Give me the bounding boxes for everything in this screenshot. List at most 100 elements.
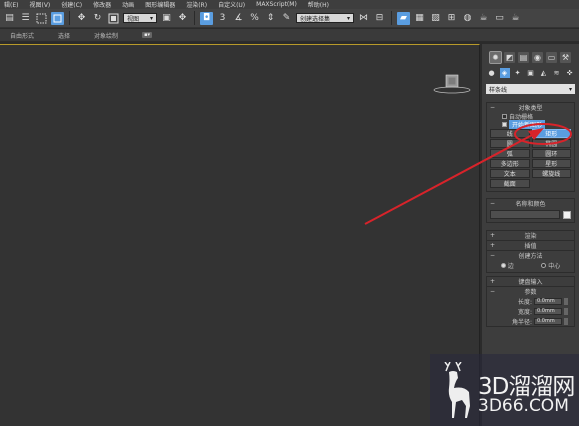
align-icon[interactable]: ⊟ <box>373 12 386 25</box>
move-icon[interactable]: ✥ <box>75 12 88 25</box>
select-manipulate-icon[interactable]: ✥ <box>176 12 189 25</box>
window-crossing-icon[interactable] <box>51 11 64 25</box>
start-new-shape-checkbox[interactable]: 开始新图形 <box>502 119 574 129</box>
menu-customize[interactable]: 自定义(U) <box>218 0 245 9</box>
geometry-icon[interactable]: ● <box>487 68 497 78</box>
parameters-header[interactable]: − 参数 <box>487 287 574 296</box>
select-list-icon[interactable]: ☰ <box>19 12 32 25</box>
section-button[interactable]: 截面 <box>490 179 530 188</box>
spinner-snap-icon[interactable]: ⇕ <box>264 12 277 25</box>
curve-editor-icon[interactable]: ▨ <box>429 12 442 25</box>
text-button[interactable]: 文本 <box>490 169 530 178</box>
star-button[interactable]: 星形 <box>531 159 571 168</box>
menu-view[interactable]: 视图(V) <box>29 0 50 9</box>
snap-toggle-label: 3 <box>219 13 226 23</box>
circle-button[interactable]: 圆 <box>490 139 530 148</box>
line-button[interactable]: 线 <box>490 129 530 138</box>
corner-radius-label: 角半径: <box>511 318 532 326</box>
length-spinner[interactable] <box>564 297 568 305</box>
creation-method-rollout: − 创建方法 边 中心 <box>486 250 575 273</box>
utilities-tab-icon[interactable]: ⚒ <box>560 52 571 63</box>
hierarchy-tab-icon[interactable]: ▤ <box>518 52 529 63</box>
named-selection-icon[interactable]: ✎ <box>280 12 293 25</box>
corner-radius-spinner[interactable] <box>564 317 568 325</box>
object-color-swatch[interactable] <box>563 210 571 219</box>
menu-maxscript[interactable]: MAXScript(M) <box>256 1 297 8</box>
ellipse-button[interactable]: 椭圆 <box>531 139 571 148</box>
material-editor-icon[interactable]: ◍ <box>461 12 474 25</box>
named-selection-dropdown[interactable]: 创建选择集 ▾ <box>296 13 354 23</box>
width-input[interactable]: 0.0mm <box>534 307 562 315</box>
interpolation-header[interactable]: + 插值 <box>487 241 574 250</box>
rect-select-icon[interactable] <box>35 12 48 25</box>
select-name-icon[interactable]: ▤ <box>3 12 16 25</box>
menu-help[interactable]: 帮助(H) <box>308 0 329 9</box>
toolbar-separator <box>391 11 392 25</box>
systems-icon[interactable]: ✜ <box>565 68 575 78</box>
menu-graph-editors[interactable]: 图形编辑器 <box>145 0 175 9</box>
menu-animation[interactable]: 动画 <box>122 0 134 9</box>
helix-button[interactable]: 螺旋线 <box>531 169 571 178</box>
menu-rendering[interactable]: 渲染(R) <box>186 0 207 9</box>
menu-modifiers[interactable]: 修改器 <box>93 0 111 9</box>
object-type-header[interactable]: − 对象类型 <box>487 103 574 112</box>
menu-edit[interactable]: 辑(E) <box>4 0 18 9</box>
create-tab-icon[interactable]: ✹ <box>489 51 502 64</box>
creation-method-options: 边 中心 <box>487 260 574 272</box>
mirror-icon[interactable]: ⋈ <box>357 12 370 25</box>
percent-snap-icon[interactable]: % <box>248 12 261 25</box>
keyboard-entry-header[interactable]: + 键盘输入 <box>487 277 574 286</box>
donut-button[interactable]: 圆环 <box>531 149 571 158</box>
ngon-button[interactable]: 多边形 <box>490 159 530 168</box>
graphite-ribbon-icon[interactable]: ▦ <box>413 12 426 25</box>
menu-create[interactable]: 创建(C) <box>61 0 82 9</box>
edge-radio[interactable]: 边 <box>500 261 514 270</box>
modify-tab-icon[interactable]: ◩ <box>504 52 515 63</box>
tab-selection[interactable]: 选择 <box>58 31 70 40</box>
menu-bar: 辑(E) 视图(V) 创建(C) 修改器 动画 图形编辑器 渲染(R) 自定义(… <box>0 0 579 9</box>
width-spinner[interactable] <box>564 307 568 315</box>
angle-snap-icon[interactable]: ∡ <box>232 12 245 25</box>
display-tab-icon[interactable]: ▭ <box>546 52 557 63</box>
length-label: 长度: <box>517 298 532 306</box>
viewport[interactable] <box>0 44 480 426</box>
tab-object-paint[interactable]: 对象绘制 <box>94 31 118 40</box>
rendering-title: 渲染 <box>524 233 537 240</box>
parameters-rollout: − 参数 长度: 0.0mm 宽度: 0.0mm 角半径: 0.0mm <box>486 286 575 327</box>
pivot-center-icon[interactable]: ▣ <box>160 12 173 25</box>
toolbar-separator <box>194 11 195 25</box>
layer-manager-icon[interactable]: ▰ <box>397 11 410 25</box>
arc-button[interactable]: 弧 <box>490 149 530 158</box>
name-color-header[interactable]: − 名称和颜色 <box>487 199 574 208</box>
snap-toggle-icon[interactable]: 3 <box>216 12 229 25</box>
chevron-down-icon: ▾ <box>346 14 350 22</box>
rendering-header[interactable]: + 渲染 <box>487 231 574 240</box>
render-setup-icon[interactable]: ☕ <box>477 12 490 25</box>
tab-freeform[interactable]: 自由形式 <box>10 31 34 40</box>
center-radio[interactable]: 中心 <box>541 261 560 270</box>
lights-icon[interactable]: ✦ <box>513 68 523 78</box>
width-param: 宽度: 0.0mm <box>487 306 574 316</box>
creation-method-header[interactable]: − 创建方法 <box>487 251 574 260</box>
cameras-icon[interactable]: ▣ <box>526 68 536 78</box>
motion-tab-icon[interactable]: ◉ <box>532 52 543 63</box>
length-input[interactable]: 0.0mm <box>534 297 562 305</box>
name-color-row <box>487 208 574 222</box>
rectangle-button[interactable]: 矩形 <box>531 129 571 138</box>
schematic-view-icon[interactable]: ⊞ <box>445 12 458 25</box>
space-warps-icon[interactable]: ≋ <box>552 68 562 78</box>
rotate-icon[interactable]: ↻ <box>91 12 104 25</box>
helpers-icon[interactable]: ◭ <box>539 68 549 78</box>
keyboard-shortcut-icon[interactable]: ◘ <box>200 11 213 25</box>
shape-category-dropdown[interactable]: 样条线 ▾ <box>486 84 575 94</box>
reference-coord-dropdown[interactable]: 视图 ▾ <box>123 13 157 23</box>
rendered-frame-icon[interactable]: ▭ <box>493 12 506 25</box>
ribbon-options-icon[interactable]: ▪▾ <box>142 32 153 38</box>
render-production-icon[interactable]: ☕ <box>509 12 522 25</box>
shape-category-value: 样条线 <box>489 86 508 94</box>
shapes-icon[interactable]: ◈ <box>499 68 510 78</box>
scale-icon[interactable] <box>107 12 120 25</box>
object-name-field[interactable] <box>490 210 560 219</box>
viewcube-icon[interactable] <box>432 73 472 95</box>
corner-radius-input[interactable]: 0.0mm <box>534 317 562 325</box>
